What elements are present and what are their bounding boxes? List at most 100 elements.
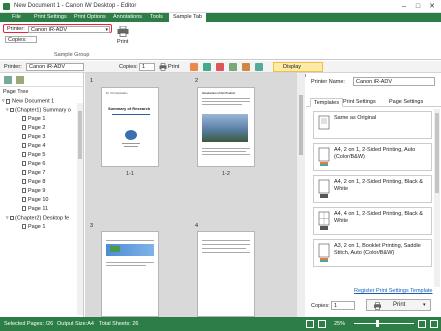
page-thumbnail[interactable]: Fri. XX Corporation Summary of Research (101, 87, 159, 167)
text-line (202, 252, 250, 253)
page-thumbnail[interactable] (101, 231, 159, 317)
template-item[interactable]: A4, 2 on 1, 2-Sided Printing, Black & Wh… (313, 175, 432, 203)
ribbon-tab-bar: File Print Settings Print Options Annota… (0, 13, 441, 22)
page-caption: 1-1 (126, 171, 134, 177)
tab-sample[interactable]: Sample Tab (169, 13, 206, 22)
text-line (202, 154, 250, 155)
tree-page[interactable]: Page 8 (22, 179, 45, 185)
tree-page[interactable]: Page 2 (22, 125, 45, 131)
zoom-slider-handle[interactable] (376, 320, 379, 327)
fit-width-icon[interactable] (430, 320, 438, 328)
scrollbar-thumb[interactable] (435, 113, 439, 193)
redo-icon[interactable] (203, 63, 211, 71)
tree-page[interactable]: Page 5 (22, 152, 45, 158)
toolbar-print-label[interactable]: Print (168, 64, 179, 70)
expand-all-icon[interactable] (4, 76, 12, 84)
scrollbar-thumb[interactable] (78, 111, 82, 159)
page-tree-toolbar (0, 73, 84, 87)
display-annotations-button[interactable]: Display Annotations (273, 62, 323, 79)
page-icon (22, 152, 26, 158)
tree-page[interactable]: Page 1 (22, 224, 45, 230)
tree-document[interactable]: ▿ New Document 1 (2, 98, 54, 104)
tree-chapter2[interactable]: ▿ (Chapter2) Desktop fe (6, 215, 69, 221)
ribbon-printer-selector[interactable]: Printer: Canon iR-ADV ▾ (3, 24, 112, 33)
toolbar-printer-dropdown[interactable]: Canon iR-ADV (26, 63, 84, 71)
tab-page-settings[interactable]: Page Settings (386, 98, 426, 107)
tree-page[interactable]: Page 4 (22, 143, 45, 149)
printer-icon[interactable] (159, 63, 167, 71)
page-title-text: Summary of Research (108, 106, 151, 111)
tab-print-settings[interactable]: Print Settings (30, 13, 71, 22)
page-icon (22, 224, 26, 230)
template-item[interactable]: A4, 4 on 1, 2-Sided Printing, Black & Wh… (313, 207, 432, 235)
tab-annotations[interactable]: Annotations (109, 13, 146, 22)
close-button[interactable]: ✕ (426, 2, 438, 11)
tree-page[interactable]: Page 10 (22, 197, 49, 203)
tab-print-options[interactable]: Print Options (70, 13, 110, 22)
photo-image (202, 114, 248, 142)
tree-page[interactable]: Page 7 (22, 170, 45, 176)
maximize-button[interactable]: □ (412, 2, 424, 11)
toolbar-copies-field[interactable]: 1 (139, 63, 155, 71)
print-button[interactable]: Print ▾ (366, 299, 431, 311)
ribbon-copies-field[interactable]: Copies: (5, 36, 37, 43)
zoom-level: 25% (334, 321, 346, 327)
tab-templates[interactable]: Templates (310, 98, 344, 107)
edit-icon[interactable] (242, 63, 250, 71)
window-title: New Document 1 - Canon iW Desktop - Edit… (14, 3, 137, 9)
tab-print-settings[interactable]: Print Settings (340, 98, 379, 107)
scrollbar-thumb[interactable] (299, 95, 303, 155)
template-item[interactable]: A3, 2 on 1, Booklet Printing, Saddle Sti… (313, 239, 432, 267)
same-as-original-icon (318, 115, 330, 130)
fit-page-icon[interactable] (418, 320, 426, 328)
page-title-text: Introduction of Xxx Product (202, 92, 235, 95)
single-page-view-icon[interactable] (306, 320, 314, 328)
chevron-down-icon[interactable]: ▾ (423, 300, 426, 311)
text-line (202, 248, 246, 249)
ribbon-printer-dropdown[interactable]: Canon iR-ADV ▾ (28, 25, 110, 33)
delete-icon[interactable] (216, 63, 224, 71)
text-line (106, 240, 154, 241)
page-caption: 1-2 (222, 171, 230, 177)
tab-file[interactable]: File (8, 13, 25, 22)
template-item[interactable]: Same as Original (313, 111, 432, 139)
tree-page[interactable]: Page 1 (22, 116, 45, 122)
multi-page-view-icon[interactable] (318, 320, 326, 328)
register-template-link[interactable]: Register Print Settings Template (354, 288, 432, 294)
printer-icon (117, 26, 129, 37)
text-line (202, 240, 250, 241)
page-thumbnail[interactable]: Introduction of Xxx Product (197, 87, 255, 167)
output-size-status: Output Size:A4 (57, 321, 94, 327)
title-underline (112, 114, 150, 115)
chapter-checkbox[interactable] (10, 108, 14, 112)
rotate-icon[interactable] (255, 63, 263, 71)
tab-tools[interactable]: Tools (146, 13, 167, 22)
tree-chapter1[interactable]: ▿ (Chapter1) Summary o (6, 107, 71, 113)
page-icon (22, 188, 26, 194)
printer-name-dropdown[interactable]: Canon iR-ADV (353, 77, 435, 86)
total-sheets-status: Total Sheets: 26 (99, 321, 139, 327)
page-view-scrollbar[interactable] (297, 73, 305, 317)
tree-page[interactable]: Page 11 (22, 206, 48, 212)
printer-icon (374, 302, 381, 310)
template-label: A4, 2 on 1, 2-Sided Printing, Black & Wh… (334, 179, 423, 192)
page-tree-scrollbar[interactable] (77, 103, 83, 315)
template-item[interactable]: A4, 2 on 1, 2-Sided Printing, Auto (Colo… (313, 143, 432, 171)
page-icon (22, 206, 26, 212)
insert-page-icon[interactable] (229, 63, 237, 71)
minimize-button[interactable]: – (398, 2, 410, 11)
zoom-slider-track[interactable] (354, 323, 414, 324)
templates-scrollbar[interactable] (434, 109, 440, 287)
chevron-down-icon: ▾ (105, 26, 108, 33)
undo-icon[interactable] (190, 63, 198, 71)
collapse-all-icon[interactable] (16, 76, 24, 84)
template-label: A4, 2 on 1, 2-Sided Printing, Auto (Colo… (334, 147, 416, 160)
page-thumbnail[interactable] (197, 231, 255, 317)
tree-page[interactable]: Page 9 (22, 188, 45, 194)
tree-page[interactable]: Page 6 (22, 161, 45, 167)
ribbon-print-button[interactable]: Print (115, 26, 131, 48)
settings-tab-bar: Templates Print Settings Page Settings (306, 97, 441, 107)
copies-field[interactable]: 1 (331, 301, 355, 310)
chapter-checkbox[interactable] (10, 216, 14, 220)
tree-page[interactable]: Page 3 (22, 134, 45, 140)
